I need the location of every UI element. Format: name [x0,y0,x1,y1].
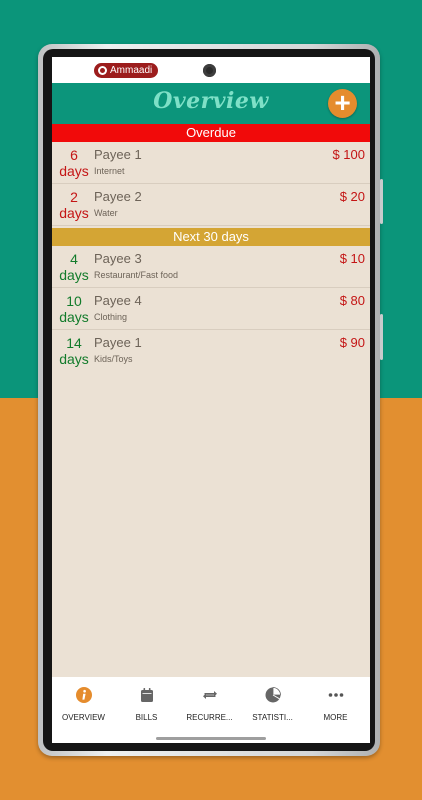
days-count: 6 [70,147,78,163]
payee-name: Payee 1 [94,335,142,350]
nav-label: RECURRE... [186,713,233,722]
category-label: Kids/Toys [94,354,133,364]
nav-label: MORE [323,713,348,722]
section-header-next-30-days: Next 30 days [52,228,370,246]
camera-icon [203,64,216,77]
nav-more[interactable]: MORE [304,677,367,727]
app-screen: Ammaadi Overview + Overdue 6 days Payee … [52,57,370,743]
days-count: 10 [66,293,82,309]
list-item[interactable]: 10 days Payee 4 Clothing $ 80 [52,288,370,330]
list-item[interactable]: 4 days Payee 3 Restaurant/Fast food $ 10 [52,246,370,288]
more-icon [328,693,344,697]
category-label: Restaurant/Fast food [94,270,179,280]
category-label: Clothing [94,312,128,322]
amount: $ 100 [332,147,365,162]
nav-label: STATISTI... [252,713,293,722]
page-title: Overview [153,88,269,114]
nav-label: OVERVIEW [62,713,105,722]
pie-chart-icon [265,687,281,703]
amount: $ 20 [339,189,365,204]
days-label: days [59,267,89,283]
status-bar: Ammaadi [52,57,370,83]
nav-overview[interactable]: OVERVIEW [52,677,115,727]
payee-name: Payee 2 [94,189,142,204]
days-count: 14 [66,335,82,351]
category-label: Internet [94,166,125,176]
bills-icon [141,688,153,702]
add-bill-button[interactable]: + [328,89,357,118]
days-label: days [59,309,89,325]
power-button [380,314,383,360]
days-count: 2 [70,189,78,205]
list-item[interactable]: 14 days Payee 1 Kids/Toys $ 90 [52,330,370,371]
category-label: Water [94,208,118,218]
home-indicator[interactable] [156,737,266,740]
info-icon [76,687,92,703]
amount: $ 10 [339,251,365,266]
amount: $ 80 [339,293,365,308]
list-item[interactable]: 6 days Payee 1 Internet $ 100 [52,142,370,184]
brand-name: Ammaadi [110,65,153,76]
app-bar: Overview + [52,83,370,124]
days-label: days [59,351,89,367]
nav-statistics[interactable]: STATISTI... [241,677,304,727]
section-header-overdue: Overdue [52,124,370,142]
payee-name: Payee 4 [94,293,142,308]
amount: $ 90 [339,335,365,350]
list-item[interactable]: 2 days Payee 2 Water $ 20 [52,184,370,226]
bottom-navigation: OVERVIEW BILLS RECURRE... STATISTI... MO… [52,677,370,743]
nav-bills[interactable]: BILLS [115,677,178,727]
brand-badge: Ammaadi [94,63,159,78]
volume-button [380,179,383,224]
days-label: days [59,205,89,221]
brand-logo-icon [98,66,107,75]
nav-recurrences[interactable]: RECURRE... [178,677,241,727]
days-label: days [59,163,89,179]
nav-label: BILLS [135,713,158,722]
recurring-icon [203,691,217,699]
payee-name: Payee 1 [94,147,142,162]
days-count: 4 [70,251,78,267]
payee-name: Payee 3 [94,251,142,266]
